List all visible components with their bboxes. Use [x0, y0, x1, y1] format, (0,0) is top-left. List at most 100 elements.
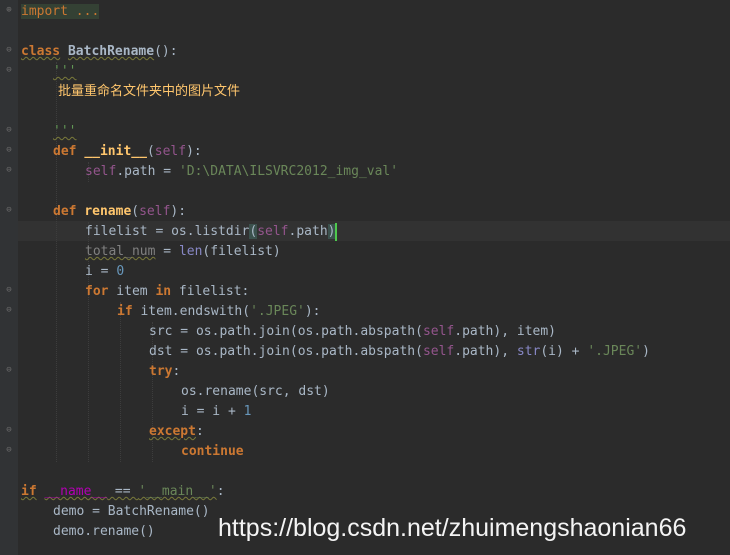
- fold-marker-icon[interactable]: ⊖: [4, 205, 14, 215]
- number: 0: [116, 264, 125, 279]
- code-text: ),: [493, 344, 517, 359]
- punctuation: (: [146, 144, 155, 159]
- keyword: continue: [181, 444, 244, 459]
- self-ref: self: [257, 224, 289, 239]
- code-text: filelist:: [171, 284, 250, 299]
- code-line-7[interactable]: ''': [53, 122, 76, 142]
- code-text: (filelist): [202, 244, 281, 259]
- code-line-16[interactable]: if item.endswith('.JPEG'):: [117, 302, 321, 322]
- function-name: __init__: [84, 144, 147, 159]
- collapsed-imports[interactable]: ...: [67, 4, 100, 19]
- fold-marker-icon[interactable]: ⊖: [4, 365, 14, 375]
- code-line-12[interactable]: filelist = os.listdir(self.path): [85, 222, 338, 242]
- code-line-26[interactable]: demo = BatchRename(): [53, 502, 210, 522]
- fold-marker-icon[interactable]: ⊖: [4, 45, 14, 55]
- code-text: ), item): [493, 324, 557, 339]
- text-caret: [335, 222, 338, 241]
- code-line-11[interactable]: def rename(self):: [53, 202, 186, 222]
- code-line-9[interactable]: self.path = 'D:\DATA\ILSVRC2012_img_val': [85, 162, 398, 182]
- code-text: i =: [85, 264, 117, 279]
- code-line-4[interactable]: ''': [53, 62, 76, 82]
- code-line-13[interactable]: total_num = len(filelist): [85, 242, 281, 262]
- bracket-match: ): [327, 224, 336, 239]
- watermark: https://blog.csdn.net/zhuimengshaonian66: [218, 514, 687, 542]
- keyword: for: [85, 284, 109, 299]
- fold-marker-icon[interactable]: ⊖: [4, 445, 14, 455]
- import-keyword: import: [21, 4, 68, 19]
- keyword: def: [53, 204, 77, 219]
- code-line-1[interactable]: import ...: [21, 2, 100, 22]
- docstring-open: ''': [53, 64, 77, 79]
- self-ref: self: [422, 324, 455, 339]
- class-ref: BatchRename: [107, 504, 194, 519]
- code-text: item.endswith(: [132, 304, 251, 319]
- code-text: item: [108, 284, 156, 299]
- operator: =: [155, 244, 179, 259]
- dunder-name: __name__: [44, 484, 108, 499]
- self-ref: self: [422, 344, 455, 359]
- code-text: src = os.path.join(os.path.abspath(: [149, 324, 423, 339]
- docstring-close: ''': [53, 124, 77, 139]
- code-text: dst = os.path.join(os.path.abspath(: [149, 344, 423, 359]
- code-line-3[interactable]: class BatchRename():: [21, 42, 178, 62]
- fold-marker-icon[interactable]: ⊖: [4, 425, 14, 435]
- code-line-21[interactable]: i = i + 1: [181, 402, 251, 422]
- code-line-8[interactable]: def __init__(self):: [53, 142, 202, 162]
- class-name: BatchRename: [67, 44, 155, 59]
- keyword: try: [149, 364, 173, 379]
- attribute: .path: [288, 224, 328, 239]
- code-text: demo =: [53, 504, 108, 519]
- code-text: demo.rename(): [53, 524, 155, 539]
- string-literal: '__main__': [138, 484, 217, 499]
- keyword: in: [155, 284, 172, 299]
- punctuation: ):: [304, 304, 321, 319]
- number: 1: [243, 404, 252, 419]
- code-line-27[interactable]: demo.rename(): [53, 522, 155, 542]
- punctuation: :: [216, 484, 225, 499]
- unused-variable: total_num: [85, 244, 156, 259]
- punctuation: ):: [186, 144, 202, 159]
- punctuation: :: [172, 364, 181, 379]
- punctuation: :: [195, 424, 204, 439]
- code-editor[interactable]: ⊕ ⊖ ⊖ ⊖ ⊖ ⊖ ⊖ ⊖ ⊖ ⊖ ⊖ ⊖ import ... class…: [0, 0, 730, 555]
- code-line-17[interactable]: src = os.path.join(os.path.abspath(self.…: [149, 322, 556, 342]
- fold-marker-icon[interactable]: ⊖: [4, 285, 14, 295]
- code-text: (i) +: [540, 344, 588, 359]
- code-text: i = i +: [181, 404, 244, 419]
- fold-marker-icon[interactable]: ⊖: [4, 125, 14, 135]
- string-literal: '.JPEG': [587, 344, 643, 359]
- punctuation: ): [642, 344, 650, 359]
- attribute: .path =: [116, 164, 179, 179]
- self-param: self: [139, 204, 171, 219]
- keyword: except: [149, 424, 196, 439]
- builtin: str: [516, 344, 541, 359]
- keyword: if: [117, 304, 133, 319]
- code-text: filelist = os.listdir: [85, 224, 250, 239]
- punctuation: ):: [170, 204, 187, 219]
- code-line-22[interactable]: except:: [149, 422, 204, 442]
- code-line-5[interactable]: 批量重命名文件夹中的图片文件: [58, 82, 240, 102]
- code-line-19[interactable]: try:: [149, 362, 180, 382]
- fold-marker-icon[interactable]: ⊖: [4, 305, 14, 315]
- code-line-25[interactable]: if __name__ == '__main__':: [21, 482, 225, 502]
- gutter: [0, 0, 18, 555]
- code-line-18[interactable]: dst = os.path.join(os.path.abspath(self.…: [149, 342, 650, 362]
- code-line-14[interactable]: i = 0: [85, 262, 124, 282]
- keyword: class: [21, 44, 61, 59]
- fold-marker-icon[interactable]: ⊕: [4, 5, 14, 15]
- fold-marker-icon[interactable]: ⊖: [4, 65, 14, 75]
- code-line-20[interactable]: os.rename(src, dst): [181, 382, 330, 402]
- code-line-15[interactable]: for item in filelist:: [85, 282, 249, 302]
- punctuation: (): [193, 504, 210, 519]
- punctuation: ():: [154, 44, 178, 59]
- fold-marker-icon[interactable]: ⊖: [4, 165, 14, 175]
- attribute: .path: [454, 324, 494, 339]
- string-literal: 'D:\DATA\ILSVRC2012_img_val': [178, 164, 399, 179]
- string-literal: '.JPEG': [250, 304, 305, 319]
- keyword: def: [53, 144, 77, 159]
- punctuation: (: [131, 204, 140, 219]
- fold-marker-icon[interactable]: ⊖: [4, 145, 14, 155]
- keyword: if: [21, 484, 37, 499]
- code-text: os.rename(src, dst): [181, 384, 330, 399]
- code-line-23[interactable]: continue: [181, 442, 244, 462]
